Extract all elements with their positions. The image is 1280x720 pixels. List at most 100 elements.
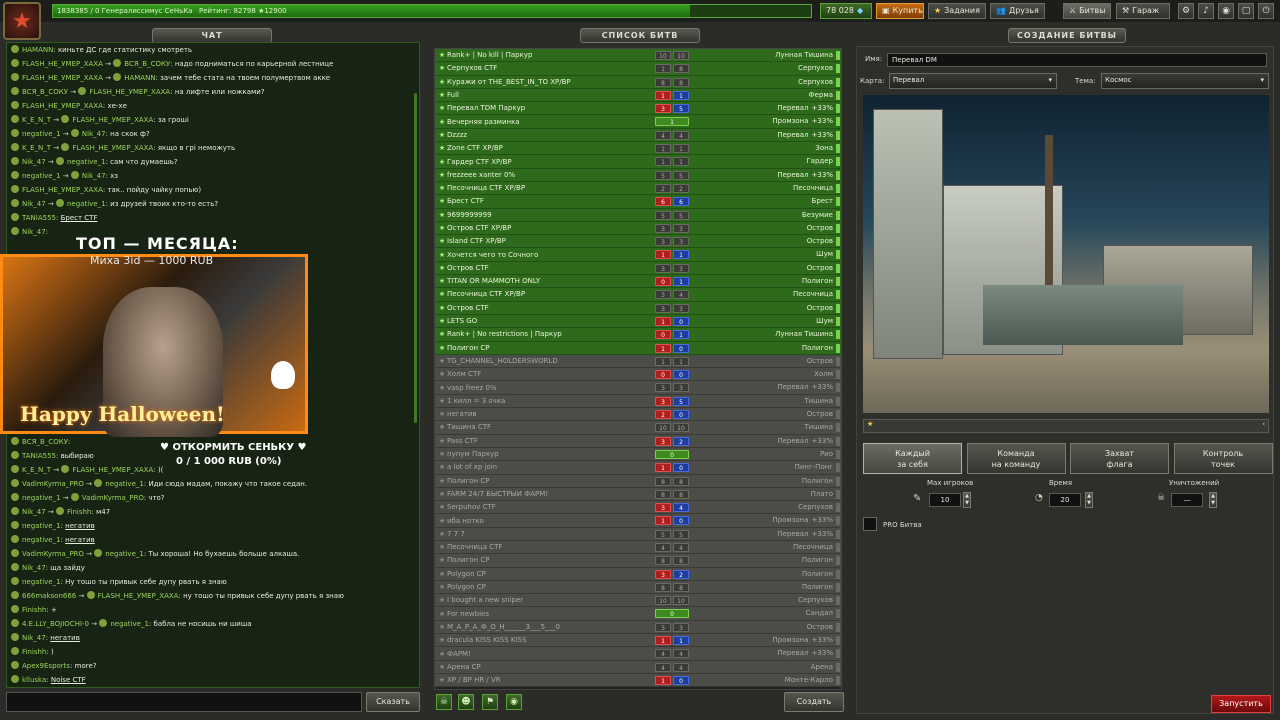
battle-row[interactable]: ★ 9699999999 5 5 Безумие <box>435 208 841 222</box>
chat-nickname[interactable]: FLASH_HE_УМЕР_ХАХА <box>22 74 103 82</box>
filter-ctf-icon[interactable]: ⚑ <box>482 694 498 710</box>
chat-nickname[interactable]: Nik_47 <box>22 508 46 516</box>
battle-row[interactable]: ★ Остров CTF 3 3 Остров <box>435 261 841 276</box>
tasks-button[interactable]: ★ Задания <box>928 3 986 19</box>
chat-nickname[interactable]: K_E_N_T <box>22 144 51 152</box>
battles-button[interactable]: ⚔ Битвы <box>1063 3 1111 19</box>
chat-nickname[interactable]: Apex9Esports <box>22 662 70 670</box>
chat-recipient[interactable]: Nik_47 <box>82 130 106 138</box>
chat-input[interactable] <box>6 692 362 712</box>
chat-recipient[interactable]: negative_1 <box>67 200 106 208</box>
exit-icon[interactable]: ⏻ <box>1258 3 1274 19</box>
chat-nickname[interactable]: Nik_47 <box>22 564 46 572</box>
battle-link[interactable]: негатив <box>65 522 95 530</box>
battle-row[interactable]: ★ Песочница CTF XP/BP 2 2 Песочница <box>435 181 841 196</box>
battle-link[interactable]: негатив <box>50 634 80 642</box>
chat-nickname[interactable]: HAMANN <box>22 46 53 54</box>
battle-row[interactable]: ★ vasp freez 0% 3 3 Перевал +33% <box>435 381 841 395</box>
chat-recipient[interactable]: FLASH_HE_УМЕР_ХАХА <box>72 144 153 152</box>
chat-nickname[interactable]: negative_1 <box>22 522 61 530</box>
chat-recipient[interactable]: negative_1 <box>105 550 144 558</box>
battle-row[interactable]: ★ Polygon CP 3 2 Полигон <box>435 567 841 581</box>
chat-nickname[interactable]: klluska <box>22 676 46 684</box>
chat-nickname[interactable]: FLASH_HE_УМЕР_ХАХА <box>22 60 103 68</box>
friends-button[interactable]: 👥 Друзья <box>990 3 1045 19</box>
battle-row[interactable]: ★ M_A_P_A_Ф_О_Н______3___5___0 3 3 Остров <box>435 620 841 635</box>
chat-nickname[interactable]: VadimKyrma_PRO <box>22 480 84 488</box>
battle-row[interactable]: ★ LETS GO 1 0 Шум <box>435 314 841 329</box>
battle-row[interactable]: ★ dracula KISS KISS KISS 1 1 Промзона +33% <box>435 634 841 648</box>
mode-button-1[interactable]: Каждый за себя <box>863 443 962 474</box>
chat-nickname[interactable]: Nik_47 <box>22 634 46 642</box>
chat-nickname[interactable]: negative_1 <box>22 536 61 544</box>
buy-button[interactable]: ▣ Купить <box>876 3 924 19</box>
battle-row[interactable]: ★ 7 7 7 5 5 Перевал +33% <box>435 527 841 541</box>
chat-recipient[interactable]: ВСЯ_В_СОКУ <box>124 60 170 68</box>
pro-battle-checkbox[interactable] <box>863 517 877 531</box>
chat-nickname[interactable]: 4.E.LLY_BOJIOCHI-0 <box>22 620 89 628</box>
chat-nickname[interactable]: negative_1 <box>22 172 61 180</box>
chat-nickname[interactable]: negative_1 <box>22 130 61 138</box>
chat-recipient[interactable]: Finishh <box>67 508 91 516</box>
battle-row[interactable]: ★ frezzeee xanter 0% 5 5 Перевал +33% <box>435 168 841 182</box>
battle-row[interactable]: ★ FARM 24/7 БЫСТРЫЙ ФАРМ! 8 8 Плато <box>435 487 841 502</box>
battle-row[interactable]: ★ XP / BP HR / VR 1 0 Монте-Карло <box>435 673 841 688</box>
battle-row[interactable]: ★ Песочница CTF 4 4 Песочница <box>435 540 841 555</box>
chat-nickname[interactable]: ВСЯ_В_СОКУ <box>22 88 68 96</box>
battle-row[interactable]: ★ Island CTF XP/BP 3 3 Остров <box>435 235 841 249</box>
filter-cp-icon[interactable]: ◉ <box>506 694 522 710</box>
chat-recipient[interactable]: negative_1 <box>67 158 106 166</box>
battle-link[interactable]: Noise CTF <box>51 676 86 684</box>
max-players-input[interactable]: 10 <box>929 493 961 507</box>
start-battle-button[interactable]: Запустить <box>1211 695 1271 713</box>
mode-button-2[interactable]: Команда на команду <box>966 443 1066 474</box>
battle-row[interactable]: ★ Хочется чего то Сочного 1 1 Шум <box>435 248 841 262</box>
help-icon[interactable]: ◉ <box>1218 3 1234 19</box>
battle-row[interactable]: ★TG_CHANNEL_HOLDERSWORLD 111 Остров <box>435 354 841 369</box>
chat-nickname[interactable]: VadimKyrma_PRO <box>22 550 84 558</box>
battle-row[interactable]: ★ Тишина CTF 10 10 Тишина <box>435 421 841 435</box>
battle-row[interactable]: ★ TITAN OR MAMMOTH ONLY 0 1 Полигон <box>435 275 841 289</box>
chat-nickname[interactable]: negative_1 <box>22 578 61 586</box>
battle-link[interactable]: Брест CTF <box>61 214 98 222</box>
mode-button-3[interactable]: Захват флага <box>1070 443 1169 474</box>
battle-row[interactable]: ★ Полигон CP 8 8 Полигон <box>435 474 841 488</box>
chat-nickname[interactable]: Finishh <box>22 606 46 614</box>
chat-nickname[interactable]: Nik_47 <box>22 158 46 166</box>
battle-row[interactable]: ★ Холм CTF 0 0 Холм <box>435 368 841 382</box>
battle-row[interactable]: ★ Брест CTF 6 6 Брест <box>435 195 841 209</box>
battle-row[interactable]: ★ Polygon CP 8 8 Полигон <box>435 580 841 595</box>
chat-recipient[interactable]: FLASH_HE_УМЕР_ХАХА <box>72 116 153 124</box>
battle-name-input[interactable]: Перевал DM <box>887 53 1267 67</box>
battle-row[interactable]: ★ Zone CTF XP/BP 1 1 Зона <box>435 142 841 156</box>
sound-icon[interactable]: ♪ <box>1198 3 1214 19</box>
settings-icon[interactable]: ⚙ <box>1178 3 1194 19</box>
chat-nickname[interactable]: FLASH_HE_УМЕР_ХАХА <box>22 186 103 194</box>
chat-nickname[interactable]: negative_1 <box>22 494 61 502</box>
battle-row[interactable]: ★ Pass CTF 3 2 Перевал +33% <box>435 434 841 448</box>
battle-link[interactable]: негатив <box>65 536 95 544</box>
chat-recipient[interactable]: Nik_47 <box>82 172 106 180</box>
battle-row[interactable]: ★ Full 1 1 Ферма <box>435 88 841 103</box>
battle-row[interactable]: ★ For newbies 0 Сандал <box>435 607 841 621</box>
battle-row[interactable]: ★ Rank+ | No restrictions | Паркур 0 1 Лунна… <box>435 328 841 342</box>
battle-row[interactable]: ★Куражи от THE_BEST_IN_TO XP/BP188Серпух… <box>435 75 841 89</box>
battle-row[interactable]: ★ ФАРМ! 4 4 Перевал +33% <box>435 647 841 661</box>
battle-row[interactable]: ★ Остров CTF 3 3 Остров <box>435 301 841 315</box>
filter-tdm-icon[interactable]: ☻ <box>458 694 474 710</box>
kills-input[interactable]: — <box>1171 493 1203 507</box>
map-select[interactable]: Перевал ▾ <box>889 73 1057 89</box>
battle-row[interactable]: ★ Песочница CTF XP/BP 3 4 Песочница <box>435 288 841 302</box>
fullscreen-icon[interactable]: ▢ <box>1238 3 1254 19</box>
battle-list[interactable]: ★Rank+ | No kill | Паркур21010Лунная Тиш… <box>434 48 842 690</box>
time-input[interactable]: 20 <box>1049 493 1081 507</box>
battle-row[interactable]: ★ ибa нотко 1 0 Промзона +33% <box>435 514 841 528</box>
battle-row[interactable]: ★ Остров CTF XP/BP 3 3 Остров <box>435 221 841 236</box>
chat-nickname[interactable]: 666makson666 <box>22 592 76 600</box>
garage-button[interactable]: ⚒ Гараж <box>1116 3 1170 19</box>
chat-scrollbar[interactable] <box>414 93 417 423</box>
map-scroll-bar[interactable]: ★ ‹ <box>863 419 1269 433</box>
battle-row[interactable]: ★ пупум Паркур 0 Рио <box>435 447 841 462</box>
chat-recipient[interactable]: negative_1 <box>105 480 144 488</box>
battle-row[interactable]: ★ Вечерняя разминка 1 Промзона +33% <box>435 115 841 129</box>
